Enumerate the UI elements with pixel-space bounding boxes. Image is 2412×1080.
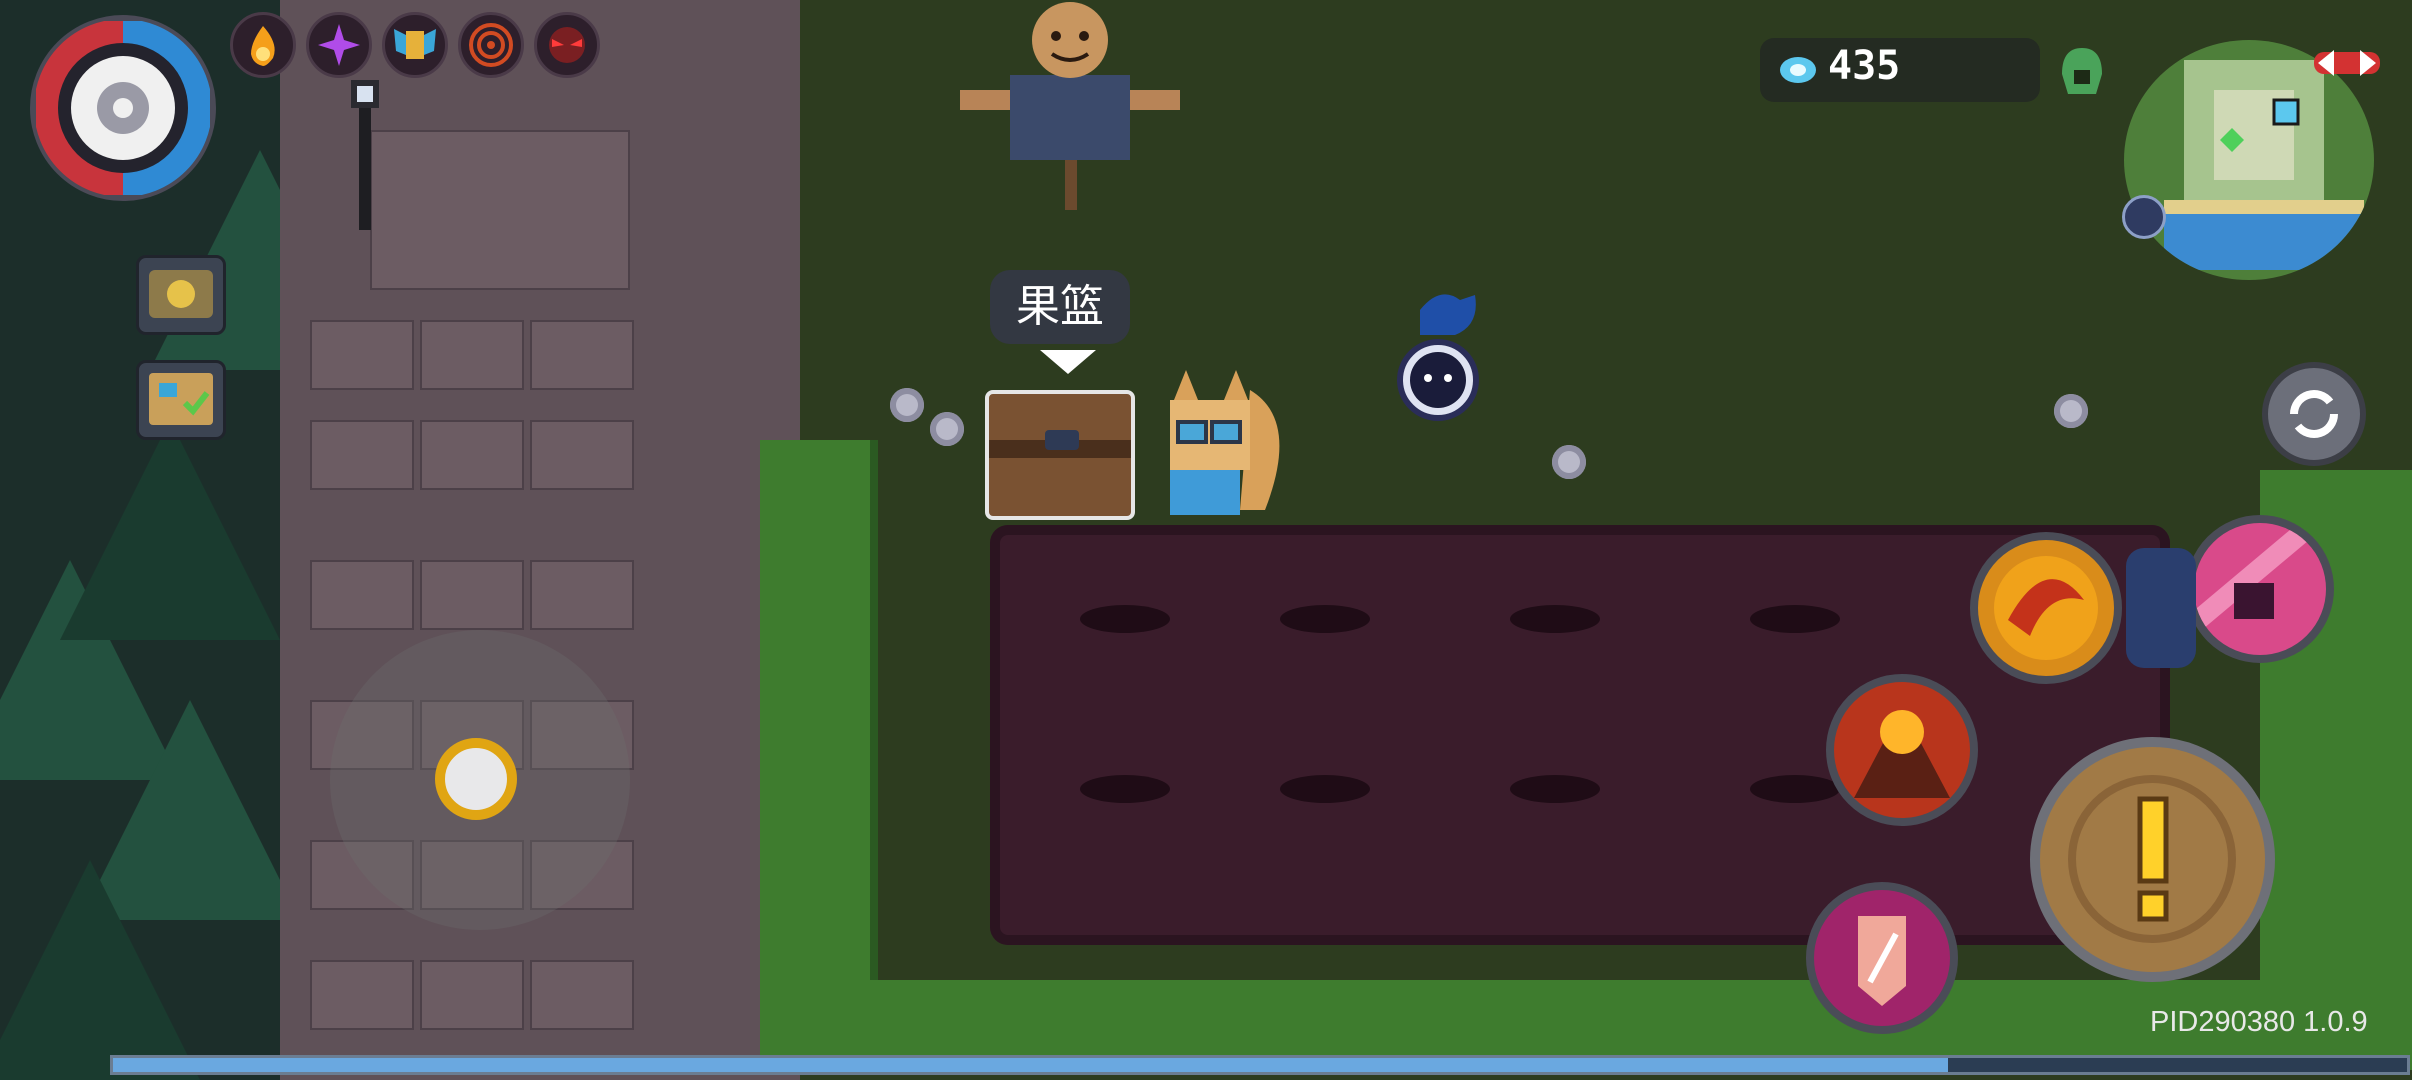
shield-banner-icon[interactable] xyxy=(1806,882,1958,1034)
flower xyxy=(890,388,924,422)
joystick-knob[interactable] xyxy=(435,738,517,820)
hedge-wall xyxy=(760,440,878,1040)
health-mana-ring[interactable] xyxy=(30,15,216,201)
winged-armor-icon[interactable] xyxy=(382,12,448,78)
flower xyxy=(2054,394,2088,428)
target-rings-icon[interactable] xyxy=(458,12,524,78)
fruit-basket-chest[interactable] xyxy=(985,390,1135,520)
version-label: PID290380 1.0.9 xyxy=(2150,1006,2368,1038)
experience-bar xyxy=(110,1055,2410,1075)
ghost-pet xyxy=(1397,294,1479,421)
gem-count: 435 xyxy=(1828,43,1901,89)
lamp-post xyxy=(351,80,379,230)
helmet-icon[interactable] xyxy=(2056,44,2108,98)
inventory-book-button[interactable] xyxy=(136,255,226,335)
flower xyxy=(930,412,964,446)
interact-action-button[interactable] xyxy=(2030,737,2275,982)
potion-barrel[interactable] xyxy=(2126,548,2196,668)
scarecrow xyxy=(960,2,1180,210)
quest-board-button[interactable] xyxy=(136,360,226,440)
volcano-eruption-icon[interactable] xyxy=(1826,674,1978,826)
swap-weapon-button[interactable] xyxy=(2262,362,2366,466)
experience-fill xyxy=(113,1058,1949,1072)
void-spark-icon[interactable] xyxy=(306,12,372,78)
red-eyes-icon[interactable] xyxy=(534,12,600,78)
hedge-wall xyxy=(760,980,2360,1060)
flower xyxy=(1552,445,1586,479)
moon-icon xyxy=(2122,195,2166,239)
exit-icon[interactable] xyxy=(2312,46,2382,80)
pine-tree xyxy=(0,860,200,1080)
phoenix-strike-icon[interactable] xyxy=(1970,532,2122,684)
player-character xyxy=(1170,370,1280,515)
paw-meteor-icon[interactable] xyxy=(2186,515,2334,663)
chest-label-bubble: 果篮 xyxy=(990,270,1130,344)
interact-arrow-icon xyxy=(1040,350,1096,374)
flame-icon[interactable] xyxy=(230,12,296,78)
gem-icon xyxy=(1780,57,1816,83)
pine-tree xyxy=(60,420,280,640)
